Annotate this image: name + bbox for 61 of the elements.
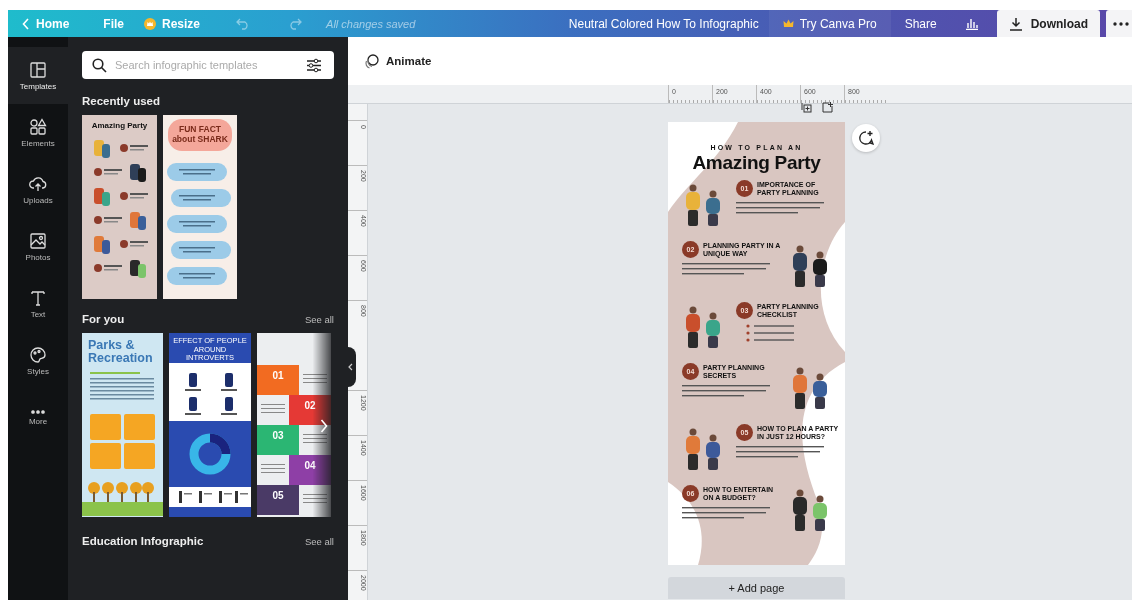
see-all-link[interactable]: See all (304, 535, 334, 547)
sidebar-tab[interactable]: Elements (8, 104, 68, 161)
animate-button[interactable]: Animate (358, 52, 438, 70)
thumbnail-title: FUN FACT about SHARK (168, 119, 232, 151)
section-heading: Recently used (82, 95, 160, 107)
back-chevron-icon (22, 17, 30, 30)
thumbnail-title: Amazing Party (91, 121, 148, 130)
add-page-icon[interactable] (822, 102, 833, 113)
more-options-button[interactable] (1106, 10, 1132, 37)
step-number: 03 (257, 425, 299, 455)
save-status: All changes saved (326, 17, 416, 30)
search-field[interactable]: Search infographic templates (82, 51, 334, 79)
template-thumbnail[interactable]: 01 02 03 04 05 (257, 333, 331, 517)
text-lines-drawing (303, 494, 327, 506)
image-icon (29, 231, 47, 250)
crown-coin-icon (144, 17, 156, 30)
template-thumbnail[interactable]: Amazing Party (82, 115, 157, 299)
see-all-link[interactable]: See all (304, 313, 334, 325)
bar-chart-icon (964, 17, 979, 30)
text-icon (29, 288, 47, 307)
share-button[interactable]: Share (890, 10, 951, 37)
templates-layout-icon (29, 60, 47, 79)
step-number: 01 (257, 365, 299, 395)
shapes-icon (29, 117, 47, 136)
sidebar-tab[interactable]: Styles (8, 332, 68, 389)
step-number: 05 (257, 485, 299, 515)
add-comment-button[interactable] (852, 124, 880, 152)
section-heading: Education Infographic (82, 535, 204, 547)
template-thumbnail[interactable]: Parks & Recreation (82, 333, 163, 517)
collapse-chevron-icon (347, 363, 353, 371)
add-page-button[interactable]: + Add page (668, 577, 845, 599)
sidebar-tab[interactable]: More (8, 389, 68, 446)
design-title: Amazing Party (692, 152, 821, 174)
download-button[interactable]: Download (996, 10, 1100, 37)
duplicate-page-icon[interactable] (801, 102, 812, 113)
filter-sliders-icon[interactable] (306, 57, 322, 73)
palette-icon (29, 345, 47, 364)
text-lines-drawing (303, 434, 327, 446)
crown-icon (782, 19, 794, 28)
sidebar-tab[interactable]: Text (8, 275, 68, 332)
section-heading: For you (82, 313, 125, 325)
sidebar-tab[interactable]: Uploads (8, 161, 68, 218)
cloud-upload-icon (29, 174, 47, 193)
next-chevron-icon[interactable] (320, 419, 328, 433)
undo-icon (236, 17, 251, 30)
redo-icon (288, 17, 303, 30)
text-lines-drawing (303, 374, 327, 386)
animate-icon (364, 53, 380, 69)
step-number: 02 (289, 395, 331, 425)
step-number: 04 (289, 455, 331, 485)
document-title[interactable]: Neutral Colored How To Infographic (568, 16, 759, 31)
sidebar-tab[interactable]: Templates (8, 47, 68, 104)
sidebar-tab[interactable]: Photos (8, 218, 68, 275)
more-dots-icon (31, 409, 45, 414)
template-thumbnail[interactable]: FUN FACT about SHARK (163, 115, 237, 299)
download-icon (1008, 16, 1023, 31)
try-pro-button[interactable]: Try Canva Pro (768, 10, 891, 37)
thumbnail-title: Parks & Recreation (87, 339, 154, 367)
add-comment-icon (858, 130, 874, 146)
infographic-page[interactable] (668, 122, 845, 565)
more-dots-icon (1113, 21, 1129, 26)
